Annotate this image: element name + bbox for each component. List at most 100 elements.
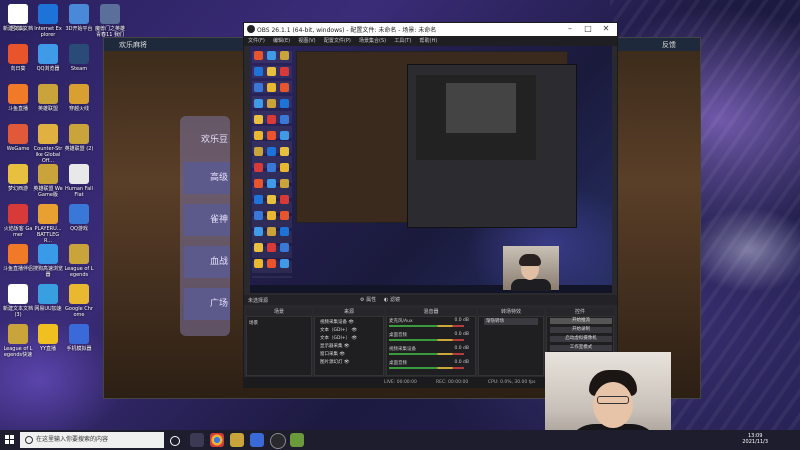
volume-meter[interactable] [389,339,464,341]
menu-help[interactable]: 帮助(H) [420,38,438,44]
preview-desktop-icon [267,227,276,236]
menu-tools[interactable]: 工具(T) [394,38,411,44]
source-item[interactable]: 图片源幻灯 👁 [320,359,350,365]
filters-button[interactable]: ◐ 滤镜 [384,296,400,303]
preview-desktop-icon [254,115,263,124]
obs-preview-canvas[interactable] [250,46,612,293]
visibility-eye-icon[interactable]: 👁 [338,352,345,357]
desktop-icon[interactable]: 3D开始平台 [64,4,94,32]
menu-profile[interactable]: 配置文件(P) [324,38,351,44]
visibility-eye-icon[interactable]: 👁 [350,328,357,333]
desktop-icon[interactable]: 英雄联盟 [33,84,63,112]
visibility-eye-icon[interactable]: 👁 [350,336,357,341]
desktop-icon[interactable]: QQ浏览器 [33,44,63,72]
desktop-app-icon [38,124,58,144]
obs-taskbar-icon[interactable] [270,433,286,449]
desktop-icon-label: QQ游戏 [70,226,88,232]
clock[interactable]: 13:09 2021/11/3 [742,433,768,445]
desktop-icon[interactable]: Steam [64,44,94,72]
preview-desktop-icon [280,51,289,60]
desktop-icon-label: 手机模拟器 [66,346,92,352]
close-button[interactable]: ✕ [599,24,613,33]
desktop-icon[interactable]: 斗鱼直播伴侣 [3,244,33,272]
desktop-icon[interactable]: WeGame [3,124,33,152]
source-item[interactable]: 文本（GDI+） 👁 [320,327,357,333]
desktop-icon[interactable]: PLAYERU... BATTLEGR... [33,204,63,244]
game-menu-item-advanced[interactable]: 高级 [184,162,230,194]
menu-view[interactable]: 视图(V) [298,38,315,44]
windows-start-icon[interactable] [5,435,15,445]
app-taskbar-icon[interactable] [250,433,264,447]
minimize-button[interactable]: – [563,24,577,33]
desktop-icon[interactable]: QQ游戏 [64,204,94,232]
desktop-icon[interactable]: 新建文本文档 (3) [3,284,33,318]
desktop-app-icon [69,204,89,224]
visibility-eye-icon[interactable]: 👁 [347,320,354,325]
desktop-icon[interactable]: 新建文本文档 [3,4,33,32]
desktop-icon[interactable]: Counter-Strike Global Off... [33,124,63,164]
source-item[interactable]: 窗口采集 👁 [320,351,345,357]
desktop-icon[interactable]: 英雄联盟 (2) [64,124,94,152]
desktop-icon[interactable]: League of Legends快速 [3,324,33,358]
volume-meter[interactable] [389,353,464,355]
cortana-icon[interactable] [170,436,180,446]
source-item[interactable]: 显示器采集 👁 [320,343,350,349]
preview-desktop-icon [254,147,263,156]
maximize-button[interactable]: □ [581,24,595,33]
desktop-app-icon [69,244,89,264]
start-recording-button[interactable]: 开始录制 [550,327,612,333]
source-item[interactable]: 文本（GDI+） 👁 [320,335,357,341]
chrome-taskbar-icon[interactable] [210,433,224,447]
properties-button[interactable]: ⚙ 属性 [360,296,376,303]
preview-desktop-icon [267,67,276,76]
desktop-icon-label: 英雄联盟 WeGame版 [33,186,63,198]
volume-meter[interactable] [389,367,464,369]
desktop-app-icon [38,284,58,304]
desktop-icon[interactable]: 网易UU加速 [33,284,63,312]
start-streaming-button[interactable]: 开始推流 [550,318,612,324]
studio-mode-button[interactable]: 工作室模式 [550,345,612,351]
obs-window[interactable]: OBS 26.1.1 (64-bit, windows) - 配置文件: 未命名… [243,22,618,388]
volume-meter[interactable] [389,325,464,327]
preview-desktop-icon [254,259,263,268]
desktop-icon[interactable]: 梦幻西游 [3,164,33,192]
desktop-icon[interactable]: 手机模拟器 [64,324,94,352]
source-item[interactable]: 视频采集设备 👁 [320,319,354,325]
desktop-icon-label: 英雄联盟 (2) [64,146,94,152]
visibility-eye-icon[interactable]: 👁 [343,344,350,349]
game-taskbar-icon[interactable] [290,433,304,447]
desktop-icon[interactable]: YY直播 [33,324,63,352]
search-icon [25,436,33,444]
transition-select[interactable]: 渐隐转场 [484,318,538,325]
league-taskbar-icon[interactable] [230,433,244,447]
game-menu-item-master[interactable]: 雀神 [184,204,230,236]
desktop-icon[interactable]: 火焰饭客 Gamer [3,204,33,238]
desktop-app-icon [38,84,58,104]
visibility-eye-icon[interactable]: 👁 [343,360,350,365]
game-menu-item-plaza[interactable]: 广场 [184,288,230,320]
taskbar-search-box[interactable]: 在这里输入你要搜索的内容 [20,432,164,448]
desktop-icon[interactable]: 魔兽门之英雄 青春11 我们 [95,4,125,38]
menu-scene-collection[interactable]: 场景集合(S) [359,38,386,44]
desktop-app-icon [69,164,89,184]
desktop-icon[interactable]: League of Legends [64,244,94,278]
taskbar: 在这里输入你要搜索的内容 13:09 2021/11/3 [0,430,800,450]
preview-desktop-icon [280,99,289,108]
obs-titlebar[interactable]: OBS 26.1.1 (64-bit, windows) - 配置文件: 未命名… [244,23,617,36]
desktop-icon[interactable]: 斗鱼直播 [3,84,33,112]
desktop-icon[interactable]: 穿越火线 [64,84,94,112]
desktop-icon[interactable]: Google Chrome [64,284,94,318]
desktop-app-icon [8,44,28,64]
scene-item[interactable]: 场景 [249,320,258,326]
start-virtual-camera-button[interactable]: 启动虚拟摄像机 [550,336,612,342]
desktop-icon[interactable]: 向日葵 [3,44,33,72]
menu-edit[interactable]: 编辑(E) [273,38,290,44]
desktop-icon[interactable]: 搜狗高速浏览器 [33,244,63,278]
desktop-icon[interactable]: 英雄联盟 WeGame版 [33,164,63,198]
game-menu-item-bloodbattle[interactable]: 血战 [184,246,230,278]
desktop-icon[interactable]: Internet Explorer [33,4,63,38]
desktop-icon[interactable]: Human Fall Flat [64,164,94,198]
menu-file[interactable]: 文件(F) [248,38,265,44]
task-view-icon[interactable] [190,433,204,447]
feedback-link[interactable]: 反馈 [662,40,676,50]
